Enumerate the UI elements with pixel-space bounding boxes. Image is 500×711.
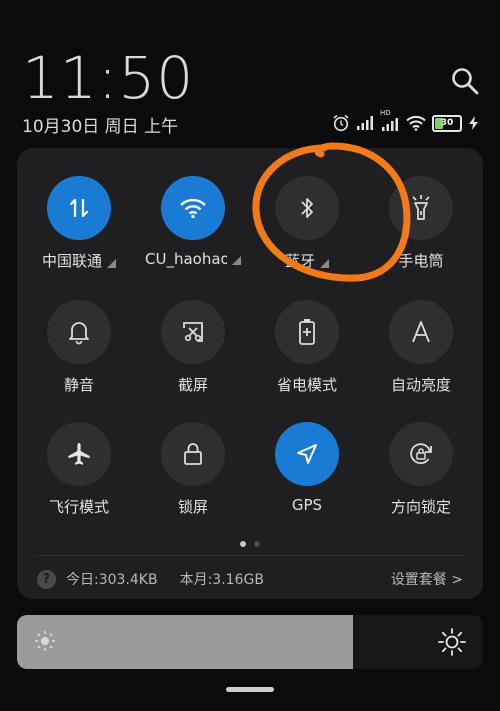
signal-icon — [356, 115, 374, 131]
usage-today: 今日:303.4KB — [66, 572, 158, 588]
brightness-low-icon — [34, 630, 56, 656]
brightness-high-icon — [437, 627, 467, 661]
brightness-slider[interactable] — [17, 615, 483, 669]
tile-bluetooth[interactable]: 蓝牙 — [251, 176, 363, 286]
expand-triangle-icon[interactable] — [232, 256, 241, 265]
tile-label: 蓝牙 — [284, 252, 315, 270]
usage-month: 本月:3.16GB — [179, 572, 264, 588]
battery-saver-icon — [275, 300, 339, 364]
clock-date: 10月30日 周日 上午 — [22, 117, 179, 137]
flashlight-icon — [389, 176, 453, 240]
tile-mobile-data[interactable]: 中国联通 — [23, 176, 135, 286]
page-dot-2[interactable] — [254, 541, 260, 547]
tile-screenshot[interactable]: 截屏 — [137, 300, 249, 410]
wifi-icon — [161, 176, 225, 240]
battery-level: 30 — [440, 118, 454, 128]
screenshot-icon — [161, 300, 225, 364]
lock-icon — [161, 422, 225, 486]
hd-signal-icon: HD — [380, 109, 400, 132]
expand-triangle-icon[interactable] — [320, 259, 329, 268]
brightness-fill — [17, 615, 353, 669]
home-indicator[interactable] — [226, 687, 274, 692]
tile-label: CU_haohao — [145, 250, 227, 268]
tile-wifi[interactable]: CU_haohao — [137, 176, 249, 286]
tile-label: 省电模式 — [276, 376, 337, 394]
tile-label: 自动亮度 — [390, 376, 451, 394]
tile-label: 飞行模式 — [48, 498, 109, 516]
alarm-icon — [332, 114, 350, 132]
tile-gps[interactable]: GPS — [251, 422, 363, 532]
clock-time: 11:50 — [22, 44, 195, 112]
hd-badge: HD — [380, 109, 391, 117]
tile-silent[interactable]: 静音 — [23, 300, 135, 410]
tile-battery-saver[interactable]: 省电模式 — [251, 300, 363, 410]
page-indicator[interactable] — [17, 541, 483, 547]
data-usage-bar: ? 今日:303.4KB 本月:3.16GB 设置套餐 > — [37, 566, 463, 592]
rotation-lock-icon — [389, 422, 453, 486]
tile-lock[interactable]: 锁屏 — [137, 422, 249, 532]
tile-label: GPS — [291, 496, 323, 514]
auto-brightness-icon — [389, 300, 453, 364]
expand-triangle-icon[interactable] — [107, 259, 116, 268]
bluetooth-icon — [275, 176, 339, 240]
wifi-icon — [406, 115, 426, 131]
location-icon — [275, 422, 339, 486]
tile-rotation-lock[interactable]: 方向锁定 — [365, 422, 477, 532]
tile-auto-brightness[interactable]: 自动亮度 — [365, 300, 477, 410]
help-icon[interactable]: ? — [37, 569, 56, 589]
divider — [35, 555, 465, 556]
battery-icon: 30 — [432, 114, 462, 132]
plan-settings-link[interactable]: 设置套餐 > — [391, 569, 463, 589]
tile-label: 手电筒 — [398, 252, 444, 270]
tile-label: 中国联通 — [41, 252, 102, 270]
quick-settings-panel: 中国联通 CU_haohao 蓝牙 手电筒 静音 截屏 省电模式 自动亮度 飞行… — [17, 148, 483, 599]
tile-label: 方向锁定 — [390, 498, 451, 516]
tile-label: 锁屏 — [177, 498, 208, 516]
tile-label: 静音 — [63, 376, 94, 394]
mobile-data-icon — [47, 176, 111, 240]
tile-label: 截屏 — [177, 376, 208, 394]
tile-airplane[interactable]: 飞行模式 — [23, 422, 135, 532]
status-bar: HD 30 — [332, 109, 480, 134]
page-dot-1[interactable] — [240, 541, 246, 547]
airplane-icon — [47, 422, 111, 486]
charging-icon — [468, 115, 480, 131]
tile-flashlight[interactable]: 手电筒 — [365, 176, 477, 286]
bell-icon — [47, 300, 111, 364]
search-icon[interactable] — [450, 66, 480, 96]
